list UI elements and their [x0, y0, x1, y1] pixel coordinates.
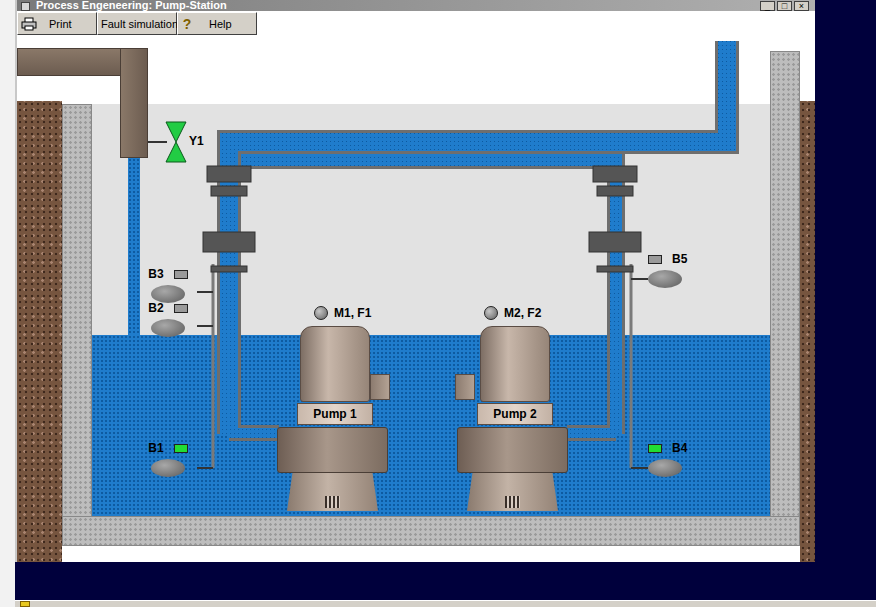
printer-icon	[21, 17, 37, 31]
title-bar: Process Engeneering: Pump-Station_□×	[17, 0, 815, 11]
level-sensor[interactable]: B4	[648, 441, 718, 477]
concrete-floor	[62, 516, 800, 546]
window-control-button[interactable]: _	[760, 1, 775, 11]
sensor-header: B1	[148, 441, 187, 455]
sensor-indicator	[174, 304, 188, 313]
water	[92, 335, 770, 516]
pump-label: Pump 2	[477, 403, 553, 425]
level-sensor[interactable]: B5	[648, 252, 718, 288]
level-sensor[interactable]: B3	[143, 267, 193, 303]
float-switch-icon	[151, 285, 185, 303]
valve-label: Y1	[189, 134, 204, 148]
motor-lamp	[484, 306, 498, 320]
window-controls: _□×	[760, 1, 809, 11]
toolbar-button[interactable]: Print	[17, 12, 97, 35]
toolbar-button-label: Fault simulation	[101, 18, 178, 30]
pump-motor	[480, 326, 550, 402]
pump-housing	[277, 427, 388, 473]
sensor-label: B2	[148, 301, 163, 315]
app-window: Process Engeneering: Pump-Station_□×Prin…	[15, 0, 815, 562]
app-icon	[21, 2, 30, 11]
pump[interactable]: Pump 2	[455, 326, 570, 511]
motor-label: M1, F1	[334, 306, 371, 320]
sensor-label: B3	[148, 267, 163, 281]
motor-lamp	[314, 306, 328, 320]
window-control-button[interactable]: □	[777, 1, 792, 11]
sensor-label: B5	[672, 252, 687, 266]
toolbar: Print Fault simulation? Help	[17, 11, 815, 36]
motor-status: M1, F1	[314, 306, 371, 320]
sensor-label: B1	[148, 441, 163, 455]
sensor-header: B2	[148, 301, 187, 315]
pump-station-diagram: Y1 B3 B2 B1 B4 B5 Pump 1 Pump 2 M1, F1 M2, F2	[17, 36, 815, 562]
sensor-label: B4	[672, 441, 687, 455]
toolbar-button-label: Print	[49, 18, 72, 30]
valve-icon[interactable]	[165, 121, 187, 163]
sensor-header: B4	[648, 441, 687, 455]
sensor-header: B3	[148, 267, 187, 281]
soil	[17, 101, 62, 562]
desktop-upper: Process Engeneering: Pump-Station_□×Prin…	[15, 0, 876, 562]
window-title: Process Engeneering: Pump-Station	[36, 0, 760, 11]
desktop-background	[15, 562, 876, 600]
toolbar-button-label: Help	[209, 18, 232, 30]
sensor-indicator	[648, 444, 662, 453]
pump-housing	[457, 427, 568, 473]
pump-intake	[325, 496, 340, 508]
window-control-button[interactable]: ×	[794, 1, 809, 11]
desktop: Process Engeneering: Pump-Station_□×Prin…	[15, 0, 876, 607]
toolbar-button[interactable]: ? Help	[177, 12, 257, 35]
desktop-background	[815, 0, 876, 562]
terminal-box	[455, 374, 475, 400]
terminal-box	[370, 374, 390, 400]
concrete-wall	[770, 51, 800, 546]
concrete-wall	[62, 104, 92, 546]
sensor-header: B5	[648, 252, 687, 266]
sensor-indicator	[174, 270, 188, 279]
inlet-pipe	[120, 48, 148, 158]
task-icon[interactable]	[20, 601, 30, 607]
pump-intake	[505, 496, 520, 508]
sensor-indicator	[648, 255, 662, 264]
sensor-indicator	[174, 444, 188, 453]
motor-status: M2, F2	[484, 306, 541, 320]
inflow-stream	[128, 158, 140, 335]
float-switch-icon	[151, 459, 185, 477]
toolbar-button[interactable]: Fault simulation	[97, 12, 177, 35]
pump[interactable]: Pump 1	[275, 326, 390, 511]
help-icon: ?	[181, 16, 193, 32]
motor-label: M2, F2	[504, 306, 541, 320]
pump-motor	[300, 326, 370, 402]
float-switch-icon	[648, 459, 682, 477]
screen: Process Engeneering: Pump-Station_□×Prin…	[0, 0, 876, 607]
float-switch-icon	[151, 319, 185, 337]
float-switch-icon	[648, 270, 682, 288]
soil	[800, 101, 815, 562]
level-sensor[interactable]: B2	[143, 301, 193, 337]
pipework	[17, 36, 815, 562]
taskbar	[15, 600, 876, 607]
left-gutter	[0, 0, 15, 607]
level-sensor[interactable]: B1	[143, 441, 193, 477]
pump-label: Pump 1	[297, 403, 373, 425]
